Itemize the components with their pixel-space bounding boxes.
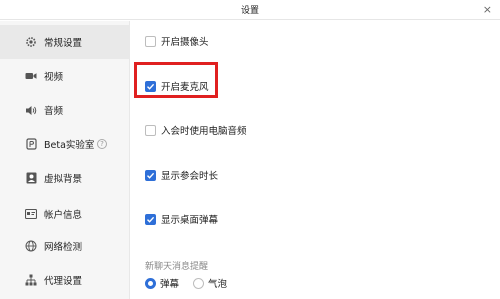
checkbox[interactable] xyxy=(145,35,156,47)
sidebar-item-label: Beta实验室 xyxy=(44,140,95,151)
gear-icon xyxy=(24,35,38,49)
option-camera[interactable]: 开启摄像头 xyxy=(145,34,209,48)
help-icon[interactable]: ? xyxy=(97,139,107,149)
sidebar-item-label: 常规设置 xyxy=(44,38,83,49)
check-icon xyxy=(147,172,155,179)
camera-icon xyxy=(24,69,38,83)
radio-label: 气泡 xyxy=(208,279,228,290)
close-icon[interactable]: × xyxy=(483,3,492,17)
card-icon xyxy=(24,207,38,221)
radio-label: 弹幕 xyxy=(160,279,180,290)
sidebar-item-label: 网络检测 xyxy=(44,242,83,253)
sidebar-item-label: 帐户信息 xyxy=(44,210,83,221)
sidebar-item-video[interactable]: 视频 xyxy=(0,59,130,93)
sidebar-item-proxy[interactable]: 代理设置 xyxy=(0,263,130,297)
window-title: 设置 xyxy=(240,6,259,16)
globe-icon xyxy=(24,239,38,253)
sidebar-item-label: 代理设置 xyxy=(44,276,83,287)
checkbox[interactable] xyxy=(145,124,156,136)
option-label: 入会时使用电脑音频 xyxy=(161,126,247,137)
sidebar-item-virtual-background[interactable]: 虚拟背景 xyxy=(0,161,130,195)
option-show-duration[interactable]: 显示参会时长 xyxy=(145,168,218,182)
sidebar-item-label: 虚拟背景 xyxy=(44,174,83,185)
radio-danmaku[interactable] xyxy=(145,277,156,289)
option-desktop-danmaku[interactable]: 显示桌面弹幕 xyxy=(145,212,218,226)
sidebar-item-beta-lab[interactable]: Beta实验室 ? xyxy=(0,127,130,161)
portrait-icon xyxy=(24,171,38,185)
option-label: 显示桌面弹幕 xyxy=(161,215,219,226)
check-icon xyxy=(147,216,155,223)
sidebar-item-network-test[interactable]: 网络检测 xyxy=(0,229,130,263)
sidebar-item-audio[interactable]: 音频 xyxy=(0,93,130,127)
sidebar-item-label: 视频 xyxy=(44,72,64,83)
sidebar: 常规设置 视频 音频 Beta实验室 ? 虚拟背景 帐户信息 网络检测 代理设置 xyxy=(0,21,130,299)
radio-bubble[interactable] xyxy=(193,277,205,289)
chat-reminder-options: 弹幕 气泡 xyxy=(145,276,241,290)
speaker-icon xyxy=(24,103,38,117)
beta-lab-icon xyxy=(24,137,38,151)
title-bar: 设置 × xyxy=(0,0,500,20)
checkbox[interactable] xyxy=(145,169,156,181)
chat-reminder-title: 新聊天消息提醒 xyxy=(145,262,209,272)
highlight-box xyxy=(134,62,218,98)
option-label: 开启摄像头 xyxy=(161,37,209,48)
network-icon xyxy=(24,273,38,287)
sidebar-item-general[interactable]: 常规设置 xyxy=(0,25,130,59)
option-label: 显示参会时长 xyxy=(161,171,219,182)
option-computer-audio[interactable]: 入会时使用电脑音频 xyxy=(145,123,247,137)
sidebar-item-label: 音频 xyxy=(44,106,64,117)
checkbox[interactable] xyxy=(145,213,156,225)
sidebar-item-account[interactable]: 帐户信息 xyxy=(0,197,130,231)
